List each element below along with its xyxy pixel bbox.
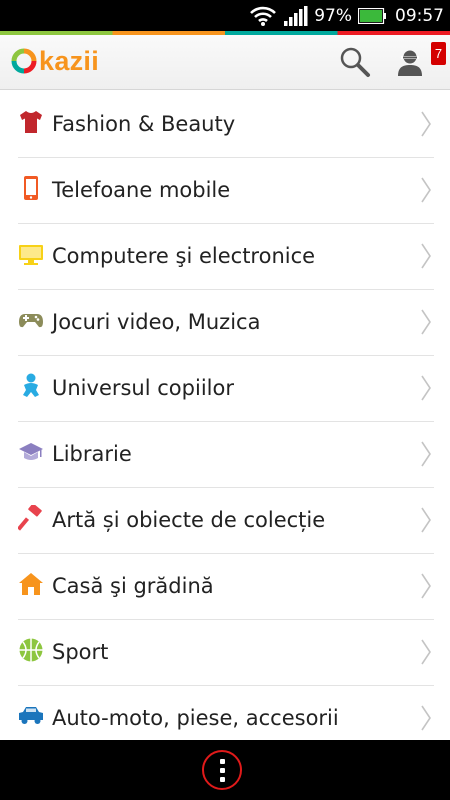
chevron-right-icon — [421, 375, 431, 401]
category-label: Jocuri video, Muzica — [52, 310, 261, 334]
logo-text: kazii — [39, 45, 100, 76]
chevron-right-icon — [421, 111, 431, 137]
ball-icon — [18, 637, 44, 663]
okazii-logo[interactable]: kazii — [11, 44, 99, 78]
tshirt-icon — [18, 109, 44, 135]
chevron-right-icon — [421, 177, 431, 203]
app-header: kazii 7 — [0, 35, 450, 90]
phone-icon — [18, 175, 44, 201]
category-item-mobile-phones[interactable]: Telefoane mobile — [18, 158, 434, 224]
baby-icon — [18, 373, 44, 399]
category-item-kids[interactable]: Universul copiilor — [18, 356, 434, 422]
battery-icon — [358, 7, 386, 24]
category-item-fashion-beauty[interactable]: Fashion & Beauty — [18, 92, 434, 158]
search-button[interactable] — [338, 45, 372, 79]
category-label: Auto-moto, piese, accesorii — [52, 706, 339, 730]
chevron-right-icon — [421, 309, 431, 335]
category-item-sport[interactable]: Sport — [18, 620, 434, 686]
category-label: Artă și obiecte de colecție — [52, 508, 326, 532]
category-label: Universul copiilor — [52, 376, 234, 400]
chevron-right-icon — [421, 441, 431, 467]
logo-ring-icon — [11, 48, 37, 74]
monitor-icon — [18, 241, 44, 267]
house-icon — [18, 571, 44, 597]
signal-icon — [284, 5, 308, 26]
notification-badge[interactable]: 7 — [431, 42, 446, 65]
category-item-computers-electronics[interactable]: Computere şi electronice — [18, 224, 434, 290]
category-label: Casă şi grădină — [52, 574, 214, 598]
battery-percent: 97% — [314, 5, 352, 26]
category-item-home-garden[interactable]: Casă şi grădină — [18, 554, 434, 620]
category-label: Fashion & Beauty — [52, 112, 236, 136]
status-bar: 97% 09:57 — [0, 0, 450, 31]
clock: 09:57 — [395, 5, 444, 26]
chevron-right-icon — [421, 243, 431, 269]
account-icon — [398, 50, 422, 76]
car-icon — [18, 703, 44, 729]
category-label: Telefoane mobile — [52, 178, 231, 202]
graduation-cap-icon — [18, 439, 44, 465]
hammer-icon — [18, 505, 44, 531]
category-item-library[interactable]: Librarie — [18, 422, 434, 488]
category-list: Fashion & Beauty Telefoane mobile Comput… — [18, 92, 434, 751]
category-item-art-collectibles[interactable]: Artă și obiecte de colecție — [18, 488, 434, 554]
chevron-right-icon — [421, 639, 431, 665]
chevron-right-icon — [421, 507, 431, 533]
category-label: Computere şi electronice — [52, 244, 316, 268]
chevron-right-icon — [421, 705, 431, 731]
category-item-video-games-music[interactable]: Jocuri video, Muzica — [18, 290, 434, 356]
category-label: Librarie — [52, 442, 132, 466]
wifi-icon — [250, 6, 277, 26]
gamepad-icon — [18, 307, 44, 333]
account-button[interactable] — [393, 46, 427, 80]
status-icons: 97% 09:57 — [250, 0, 444, 31]
category-label: Sport — [52, 640, 109, 664]
overflow-menu-button[interactable] — [202, 750, 242, 790]
bottom-navigation-bar — [0, 740, 450, 800]
chevron-right-icon — [421, 573, 431, 599]
search-icon — [340, 47, 370, 77]
